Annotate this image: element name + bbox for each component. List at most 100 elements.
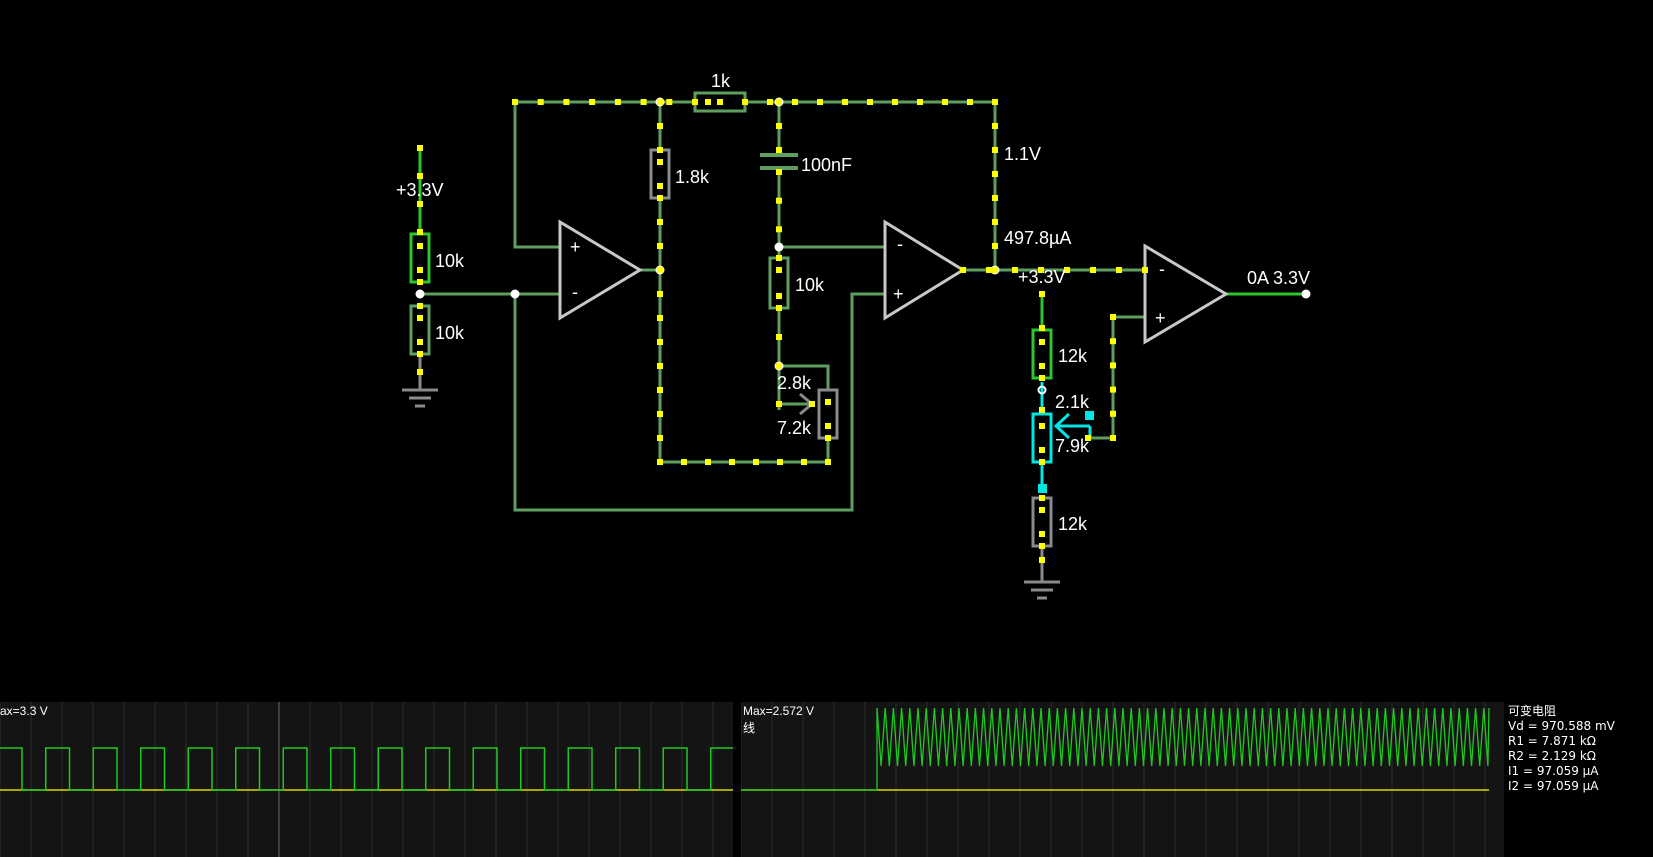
wire[interactable] <box>513 102 560 249</box>
current-dot <box>1039 291 1045 297</box>
current-dot <box>640 99 647 105</box>
label-r-1-8k: 1.8k <box>675 167 710 187</box>
resistor-10k-bottom[interactable] <box>409 304 431 356</box>
scope-2-plot <box>741 702 1490 857</box>
op-amp-1-plus-sign: + <box>570 237 581 257</box>
op-amp-2-minus-sign: - <box>897 234 903 254</box>
current-dot <box>992 99 998 105</box>
current-dot <box>1110 435 1116 441</box>
current-dot <box>657 243 663 249</box>
current-dot <box>917 99 923 105</box>
resistor-12k-top[interactable] <box>1031 328 1053 380</box>
current-dot <box>614 99 621 105</box>
ground-wires <box>418 354 1044 582</box>
current-dot <box>817 99 823 105</box>
capacitor-100nf[interactable] <box>760 153 798 170</box>
current-dot <box>417 279 423 285</box>
current-dot <box>657 387 663 393</box>
resistor-10k-mid[interactable] <box>768 256 790 310</box>
current-dot <box>776 147 782 153</box>
label-r-1k: 1k <box>711 71 731 91</box>
current-dot <box>657 435 663 441</box>
circuit-canvas[interactable]: + - - + - + +3.3V 10k 10k 1k 1.8k 100nF … <box>0 0 1653 702</box>
current-dot <box>992 219 998 225</box>
current-dot <box>776 267 782 273</box>
label-current: 497.8µA <box>1004 228 1071 248</box>
current-dot <box>1039 339 1045 345</box>
current-dot <box>512 99 518 105</box>
current-dot <box>942 99 948 105</box>
current-dot <box>992 243 998 249</box>
current-dot <box>1039 507 1045 513</box>
junction-dot <box>774 242 784 252</box>
current-dot <box>1142 267 1148 273</box>
label-r-10k-mid: 10k <box>795 275 825 295</box>
label-r-10k-bottom: 10k <box>435 323 465 343</box>
current-dot <box>417 243 423 249</box>
current-dot <box>657 363 663 369</box>
current-dot <box>1039 495 1045 501</box>
current-dot <box>776 169 782 175</box>
ground-symbol-right[interactable] <box>1024 580 1060 600</box>
current-dot <box>792 99 798 105</box>
label-pot1-lower: 7.2k <box>777 418 812 438</box>
current-dot <box>776 334 782 340</box>
current-dot <box>1039 325 1045 331</box>
ground-symbol-left[interactable] <box>402 388 438 408</box>
label-r-10k-top: 10k <box>435 251 465 271</box>
selection-handle[interactable] <box>1085 411 1094 420</box>
resistor-10k-top[interactable] <box>409 232 431 284</box>
selection-handle[interactable] <box>1038 484 1047 493</box>
current-dot <box>705 99 711 105</box>
scope-2-max-label: Max=2.572 V <box>743 704 815 718</box>
potentiometer-1-body[interactable] <box>817 388 839 440</box>
current-dot <box>753 459 759 465</box>
current-dot <box>801 459 807 465</box>
current-dot <box>776 123 782 129</box>
scope-panel-1[interactable]: ax=3.3 V <box>0 702 733 857</box>
potentiometer-2-body[interactable] <box>1031 412 1053 464</box>
output-terminal[interactable] <box>1301 289 1311 299</box>
current-dot <box>705 459 711 465</box>
scope-2-sub-label: 线 <box>743 721 756 735</box>
current-dot <box>657 99 663 105</box>
resistor-1-8k[interactable] <box>649 148 671 200</box>
current-dot <box>809 401 815 407</box>
current-dot <box>657 411 663 417</box>
scope-panel-2[interactable]: Max=2.572 V 线 <box>741 702 1504 857</box>
current-dot <box>657 291 663 297</box>
ground-symbols <box>402 388 1060 600</box>
label-vsrc-left: +3.3V <box>396 180 444 200</box>
current-dot <box>666 99 673 105</box>
current-dot <box>742 99 748 105</box>
current-dot <box>867 99 873 105</box>
label-voltage-1-1v: 1.1V <box>1004 144 1041 164</box>
current-dot <box>417 303 423 309</box>
current-dot <box>657 123 663 129</box>
current-dot <box>842 99 848 105</box>
scope-2-trace <box>741 707 1490 791</box>
current-dot <box>1110 410 1116 417</box>
current-dot <box>417 351 423 357</box>
current-dot <box>589 99 596 105</box>
current-dot <box>1110 362 1116 369</box>
resistor-12k-bottom[interactable] <box>1031 496 1053 548</box>
scope-1-max-label: ax=3.3 V <box>0 704 48 718</box>
potentiometer-2-wiper[interactable] <box>1053 412 1090 440</box>
current-dot <box>986 267 992 273</box>
op-amp-3-plus-sign: + <box>1155 308 1166 328</box>
wire[interactable] <box>1088 315 1145 440</box>
op-amp-3-minus-sign: - <box>1159 259 1165 279</box>
current-dot <box>992 147 998 153</box>
current-dot <box>417 173 423 179</box>
current-dot <box>776 305 782 311</box>
scope-1-plot <box>0 702 733 857</box>
current-dot <box>1110 386 1116 393</box>
current-dot <box>992 123 998 129</box>
current-dot <box>1110 338 1116 345</box>
current-dot <box>767 99 773 105</box>
current-dot <box>776 363 782 369</box>
current-dot <box>776 99 782 105</box>
current-dot <box>657 267 663 273</box>
label-pot1-upper: 2.8k <box>777 373 812 393</box>
